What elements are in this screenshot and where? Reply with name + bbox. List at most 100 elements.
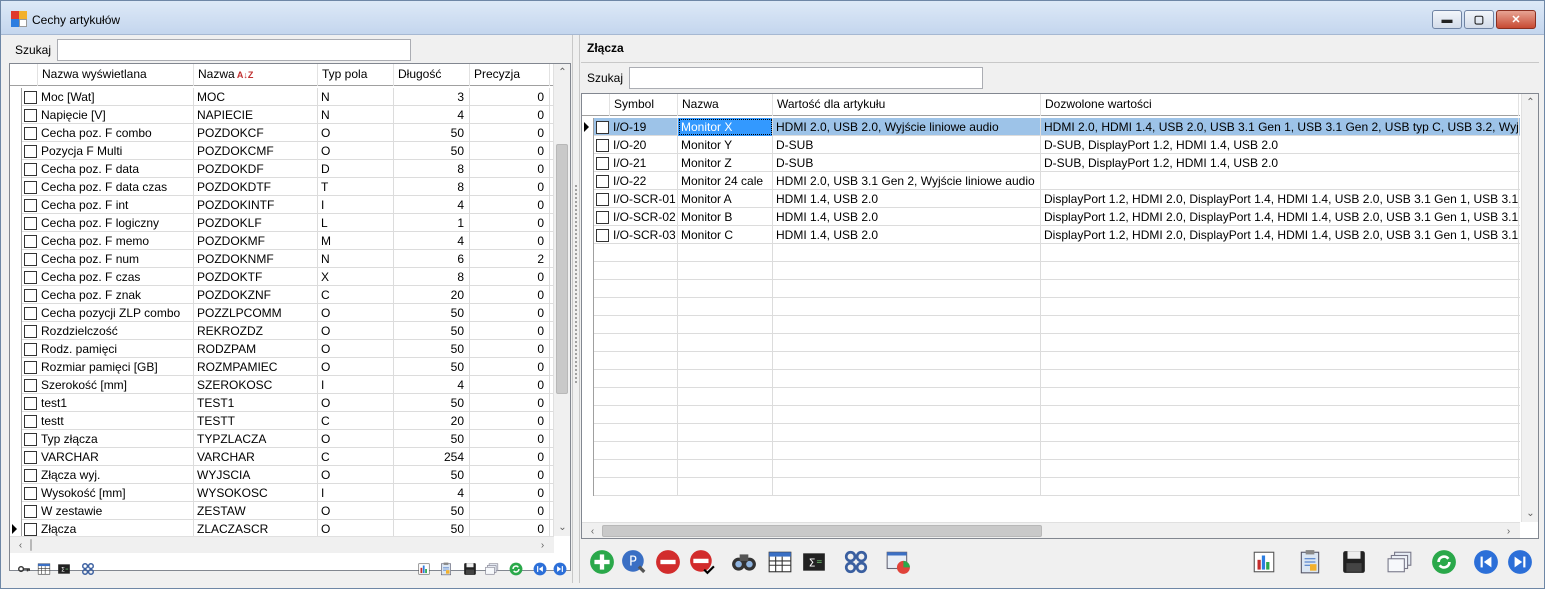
row-indicator[interactable] <box>582 406 594 424</box>
row-indicator[interactable] <box>10 430 22 448</box>
row-indicator[interactable] <box>582 190 594 208</box>
table-row[interactable]: Rozmiar pamięci [GB] ROZMPAMIEC O 50 0 <box>10 358 554 376</box>
row-checkbox[interactable] <box>24 109 37 122</box>
key-icon[interactable] <box>17 562 31 576</box>
first-icon[interactable] <box>533 562 547 576</box>
table-row[interactable] <box>582 316 1520 334</box>
row-indicator[interactable] <box>10 268 22 286</box>
row-checkbox[interactable] <box>24 253 37 266</box>
row-checkbox[interactable] <box>24 379 37 392</box>
next-icon[interactable] <box>553 562 567 576</box>
table-row[interactable] <box>582 334 1520 352</box>
row-checkbox[interactable] <box>24 343 37 356</box>
row-indicator[interactable] <box>10 394 22 412</box>
left-vertical-scrollbar[interactable]: ⌃ ⌄ <box>553 64 570 536</box>
column-header-0[interactable]: Nazwa wyświetlana <box>38 64 194 86</box>
row-indicator[interactable] <box>10 484 22 502</box>
table-row[interactable]: Cecha poz. F data POZDOKDF D 8 0 <box>10 160 554 178</box>
table-row[interactable]: Cecha poz. F logiczny POZDOKLF L 1 0 <box>10 214 554 232</box>
row-indicator[interactable] <box>10 196 22 214</box>
row-checkbox[interactable] <box>24 235 37 248</box>
row-checkbox[interactable] <box>24 469 37 482</box>
row-indicator[interactable] <box>10 286 22 304</box>
row-indicator[interactable] <box>582 352 594 370</box>
panel-splitter[interactable] <box>572 35 580 583</box>
title-bar[interactable]: Cechy artykułów ▬ ▢ ✕ <box>1 1 1544 35</box>
column-header-3[interactable]: Dozwolone wartości <box>1041 94 1519 116</box>
maximize-button[interactable]: ▢ <box>1464 10 1494 29</box>
export-icon[interactable] <box>885 549 911 575</box>
report-icon[interactable] <box>1251 549 1277 575</box>
link-icon[interactable] <box>843 549 869 575</box>
table-row[interactable]: Cecha poz. F num POZDOKNMF N 6 2 <box>10 250 554 268</box>
row-checkbox[interactable] <box>596 211 609 224</box>
table-row[interactable]: Rozdzielczość REKROZDZ O 50 0 <box>10 322 554 340</box>
scroll-up-icon[interactable]: ⌃ <box>554 64 570 81</box>
row-indicator[interactable] <box>582 370 594 388</box>
column-header-4[interactable]: Precyzja <box>470 64 550 86</box>
column-header-1[interactable]: Nazwa A↓Z <box>194 64 318 86</box>
row-indicator[interactable] <box>582 262 594 280</box>
row-indicator[interactable] <box>582 172 594 190</box>
refresh-icon[interactable] <box>1431 549 1457 575</box>
right-search-input[interactable] <box>629 67 984 89</box>
scroll-down-icon[interactable]: ⌄ <box>554 519 570 536</box>
row-indicator[interactable] <box>10 124 22 142</box>
row-indicator[interactable] <box>10 178 22 196</box>
table-row[interactable]: I/O-20 Monitor Y D-SUB D-SUB, DisplayPort 1… <box>582 136 1520 154</box>
left-hscroll-thumb[interactable] <box>30 539 32 551</box>
column-header-2[interactable]: Typ pola <box>318 64 394 86</box>
row-checkbox[interactable] <box>24 163 37 176</box>
table-row[interactable] <box>582 424 1520 442</box>
row-indicator[interactable] <box>10 340 22 358</box>
row-checkbox[interactable] <box>24 523 37 536</box>
table-row[interactable]: Moc [Wat] MOC N 3 0 <box>10 88 554 106</box>
row-indicator[interactable] <box>582 118 594 136</box>
row-checkbox[interactable] <box>24 505 37 518</box>
row-indicator[interactable] <box>10 214 22 232</box>
row-checkbox[interactable] <box>24 181 37 194</box>
table-row[interactable]: Szerokość [mm] SZEROKOSC I 4 0 <box>10 376 554 394</box>
row-checkbox[interactable] <box>24 361 37 374</box>
row-indicator[interactable] <box>10 322 22 340</box>
row-indicator[interactable] <box>582 460 594 478</box>
table-row[interactable]: Cecha poz. F int POZDOKINTF I 4 0 <box>10 196 554 214</box>
clipboard-icon[interactable] <box>1297 549 1323 575</box>
column-header-3[interactable]: Długość <box>394 64 470 86</box>
table-row[interactable] <box>582 352 1520 370</box>
table-icon[interactable] <box>37 562 51 576</box>
column-header-0[interactable]: Symbol <box>610 94 678 116</box>
table-row[interactable] <box>582 280 1520 298</box>
row-indicator[interactable] <box>10 142 22 160</box>
table-row[interactable]: Wysokość [mm] WYSOKOSC I 4 0 <box>10 484 554 502</box>
features-grid[interactable]: Nazwa wyświetlana Nazwa A↓Z Typ pola Długoś… <box>9 63 571 571</box>
row-checkbox[interactable] <box>596 193 609 206</box>
chain-icon[interactable] <box>81 562 95 576</box>
table-columns-icon[interactable] <box>767 549 793 575</box>
row-checkbox[interactable] <box>24 451 37 464</box>
table-row[interactable]: Pozycja F Multi POZDOKCMF O 50 0 <box>10 142 554 160</box>
close-button[interactable]: ✕ <box>1496 10 1536 29</box>
row-checkbox[interactable] <box>24 289 37 302</box>
table-row[interactable]: Złącza wyj. WYJSCIA O 50 0 <box>10 466 554 484</box>
left-search-input[interactable] <box>57 39 412 61</box>
row-checkbox[interactable] <box>24 397 37 410</box>
find-icon[interactable] <box>731 549 757 575</box>
column-header-2[interactable]: Wartość dla artykułu <box>773 94 1041 116</box>
row-indicator[interactable] <box>10 412 22 430</box>
row-checkbox[interactable] <box>24 325 37 338</box>
table-row[interactable]: Cecha poz. F data czas POZDOKDTF T 8 0 <box>10 178 554 196</box>
row-indicator[interactable] <box>10 358 22 376</box>
row-indicator[interactable] <box>10 232 22 250</box>
table-row[interactable]: Cecha pozycji ZLP combo POZZLPCOMM O 50 0 <box>10 304 554 322</box>
clipboard-icon[interactable] <box>439 562 453 576</box>
row-indicator[interactable] <box>582 424 594 442</box>
table-row[interactable]: I/O-SCR-02 Monitor B HDMI 1.4, USB 2.0 Disp… <box>582 208 1520 226</box>
right-hscroll-thumb[interactable] <box>602 525 1042 537</box>
table-row[interactable] <box>582 442 1520 460</box>
row-checkbox[interactable] <box>24 433 37 446</box>
table-row[interactable] <box>582 388 1520 406</box>
row-indicator[interactable] <box>582 298 594 316</box>
copy-icon[interactable] <box>1387 549 1413 575</box>
table-row[interactable] <box>582 262 1520 280</box>
